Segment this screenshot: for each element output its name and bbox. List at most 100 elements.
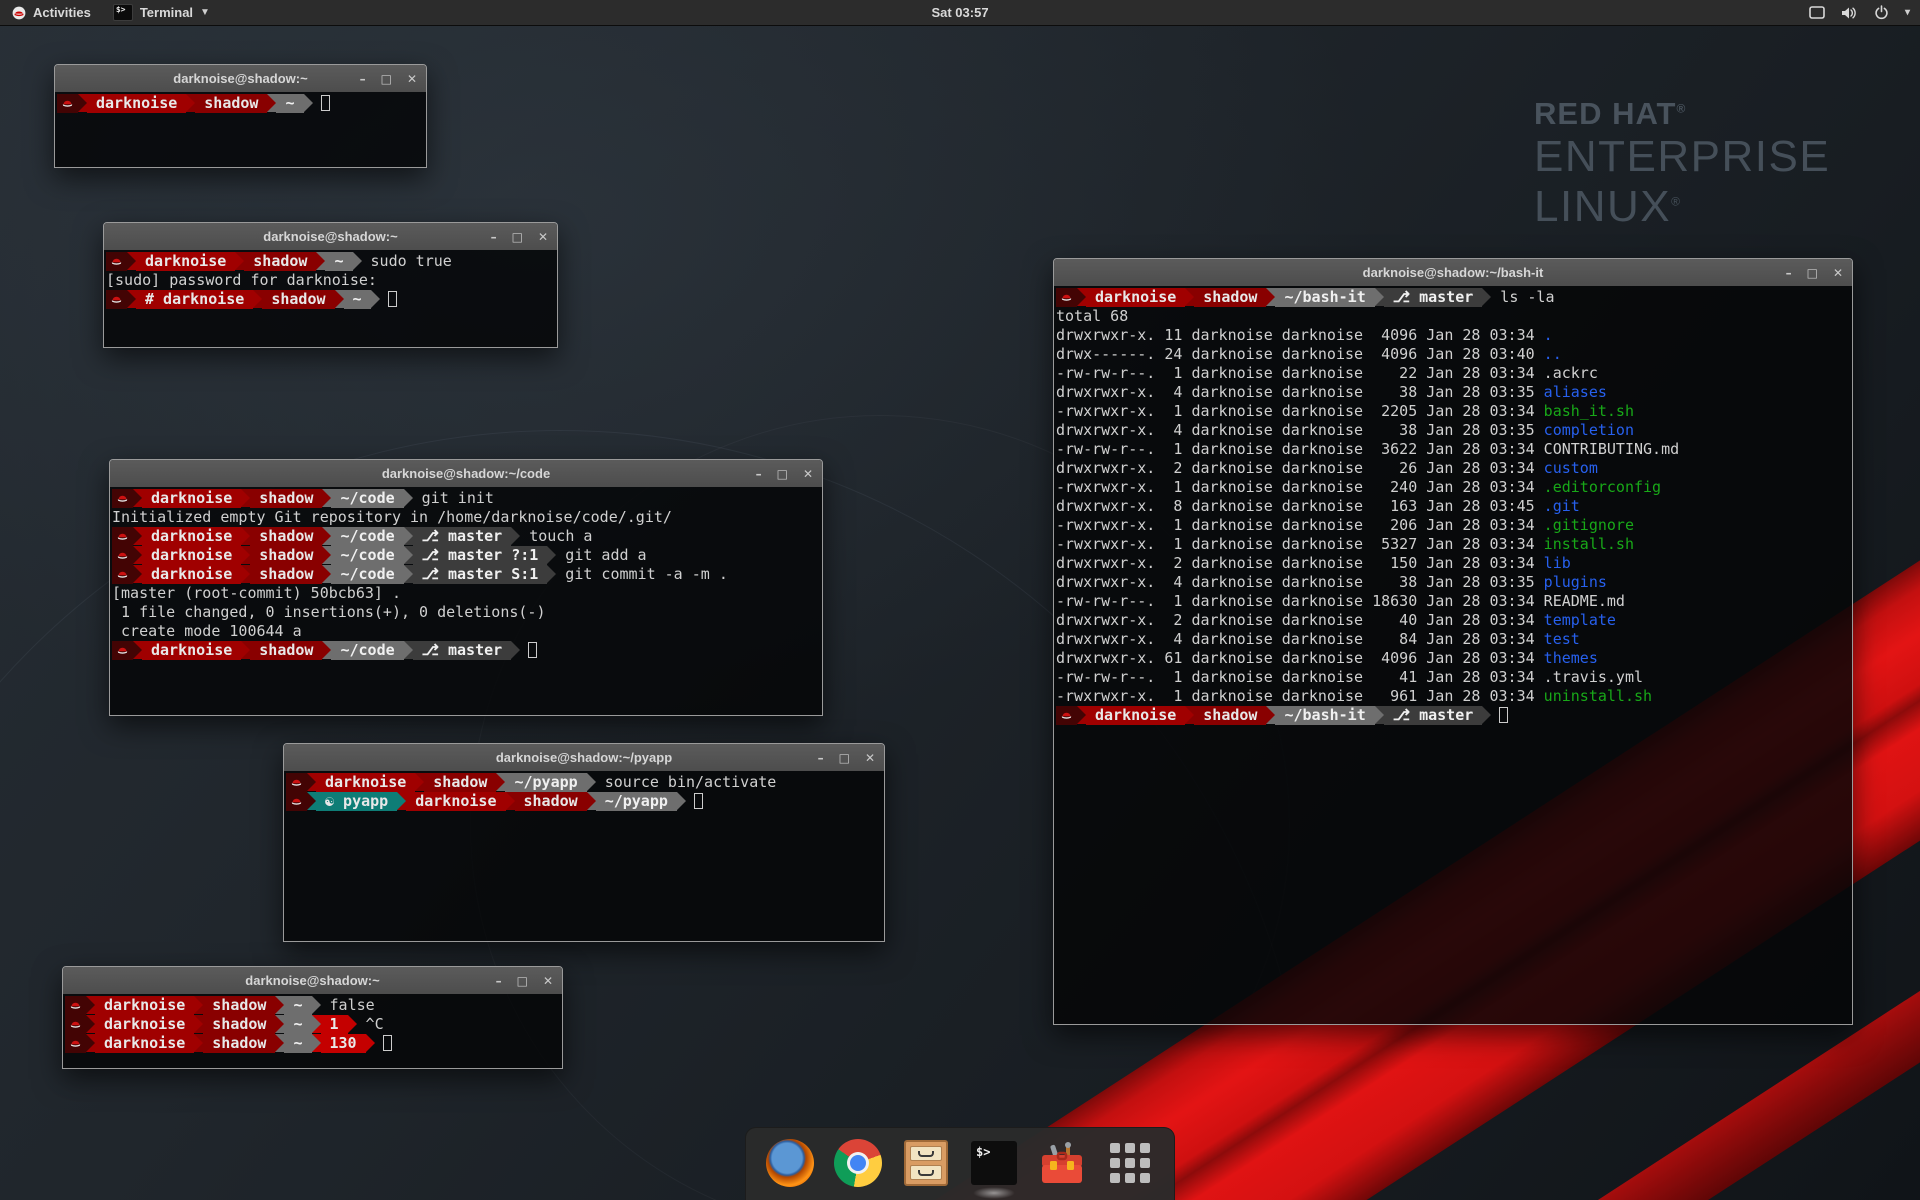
powerline-separator — [86, 1015, 95, 1033]
terminal-content[interactable]: darknoiseshadow~ falsedarknoiseshadow~1 … — [63, 994, 562, 1068]
terminal-content[interactable]: darknoiseshadow~ — [55, 92, 426, 167]
fedora-icon — [286, 773, 307, 792]
maximize-button[interactable]: □ — [1807, 266, 1818, 280]
prompt-segment-git: ⎇ master — [1384, 288, 1483, 307]
close-button[interactable]: ✕ — [865, 751, 875, 765]
powerline-separator — [275, 996, 284, 1014]
minimize-button[interactable]: – — [491, 230, 497, 244]
prompt-segment-path: ~ — [284, 1034, 311, 1053]
terminal-content[interactable]: darknoiseshadow~/bash-it⎇ master ls -lat… — [1054, 286, 1852, 1024]
window-titlebar[interactable]: darknoise@shadow:~/pyapp–□✕ — [284, 744, 884, 771]
dock-item-app-grid[interactable] — [1106, 1139, 1154, 1187]
powerline-separator — [194, 996, 203, 1014]
app-menu-terminal[interactable]: $> Terminal ▼ — [103, 0, 220, 25]
terminal-prompt-line: darknoiseshadow~ — [57, 94, 426, 113]
system-status-area[interactable]: ▾ — [1809, 5, 1910, 20]
dock-item-terminal[interactable]: $> — [970, 1139, 1018, 1187]
minimize-button[interactable]: – — [1786, 266, 1792, 280]
terminal-cursor — [1499, 707, 1508, 723]
running-app-glow — [973, 1187, 1015, 1199]
prompt-segment-host: shadow — [424, 773, 496, 792]
prompt-segment-user: darknoise — [95, 1015, 194, 1034]
output-text: .ackrc — [1544, 364, 1598, 382]
close-button[interactable]: ✕ — [543, 974, 553, 988]
command-text: sudo true — [362, 252, 452, 270]
window-title: darknoise@shadow:~/bash-it — [1363, 265, 1544, 280]
prompt-segment-host: shadow — [515, 792, 587, 811]
powerline-separator — [86, 996, 95, 1014]
prompt-segment-user: darknoise — [95, 1034, 194, 1053]
output-text: README.md — [1544, 592, 1625, 610]
terminal-output-line: -rwxrwxr-x. 1 darknoise darknoise 206 Ja… — [1056, 516, 1852, 535]
powerline-separator — [1482, 288, 1491, 306]
power-icon — [1874, 5, 1889, 20]
display-icon — [1809, 6, 1825, 19]
prompt-segment-path: ~/code — [331, 565, 403, 584]
window-titlebar[interactable]: darknoise@shadow:~–□✕ — [55, 65, 426, 92]
command-text: git add a — [556, 546, 646, 564]
clock[interactable]: Sat 03:57 — [931, 5, 988, 20]
powerline-separator — [86, 1034, 95, 1052]
fedora-icon — [65, 996, 86, 1015]
window-titlebar[interactable]: darknoise@shadow:~/bash-it – □ ✕ — [1054, 259, 1852, 286]
maximize-button[interactable]: □ — [777, 467, 788, 481]
output-text: drwxrwxr-x. 2 darknoise darknoise 40 Jan… — [1056, 611, 1544, 629]
fedora-icon — [112, 546, 133, 565]
maximize-button[interactable]: □ — [517, 974, 528, 988]
powerline-separator — [78, 94, 87, 112]
minimize-button[interactable]: – — [496, 974, 502, 988]
minimize-button[interactable]: – — [360, 72, 366, 86]
prompt-segment-user: # darknoise — [136, 290, 253, 309]
terminal-content[interactable]: darknoiseshadow~/code git initInitialize… — [110, 487, 822, 715]
dock-item-toolbox[interactable] — [1038, 1139, 1086, 1187]
executable-name: .gitignore — [1544, 516, 1634, 534]
maximize-button[interactable]: □ — [381, 72, 392, 86]
terminal-window-code: darknoise@shadow:~/code–□✕darknoiseshado… — [109, 459, 823, 716]
minimize-button[interactable]: – — [818, 751, 824, 765]
terminal-mini-icon: $> — [113, 4, 133, 21]
dock-item-files[interactable] — [902, 1139, 950, 1187]
chevron-down-icon: ▾ — [1905, 7, 1910, 18]
directory-name: lib — [1544, 554, 1571, 572]
terminal-prompt-line: darknoiseshadow~/code⎇ master S:1 git co… — [112, 565, 822, 584]
close-button[interactable]: ✕ — [407, 72, 417, 86]
prompt-segment-host: shadow — [203, 996, 275, 1015]
command-text: git commit -a -m . — [556, 565, 728, 583]
maximize-button[interactable]: □ — [512, 230, 523, 244]
prompt-segment-path: ~ — [284, 996, 311, 1015]
prompt-segment-path: ~ — [284, 1015, 311, 1034]
prompt-segment-path: ~ — [325, 252, 352, 271]
terminal-output-line: drwxrwxr-x. 4 darknoise darknoise 38 Jan… — [1056, 421, 1852, 440]
prompt-segment-path: ~/pyapp — [596, 792, 677, 811]
dock-item-firefox[interactable] — [766, 1139, 814, 1187]
terminal-output-line: drwx------. 24 darknoise darknoise 4096 … — [1056, 345, 1852, 364]
prompt-segment-host: shadow — [250, 489, 322, 508]
powerline-separator — [133, 489, 142, 507]
prompt-segment-path: ~/pyapp — [505, 773, 586, 792]
window-titlebar[interactable]: darknoise@shadow:~–□✕ — [104, 223, 557, 250]
powerline-separator — [404, 489, 413, 507]
directory-name: test — [1544, 630, 1580, 648]
executable-name: install.sh — [1544, 535, 1634, 553]
terminal-content[interactable]: darknoiseshadow~ sudo true[sudo] passwor… — [104, 250, 557, 347]
prompt-segment-path: ~/code — [331, 489, 403, 508]
terminal-prompt-line: darknoiseshadow~/code⎇ master ?:1 git ad… — [112, 546, 822, 565]
maximize-button[interactable]: □ — [839, 751, 850, 765]
volume-icon — [1841, 6, 1858, 20]
close-button[interactable]: ✕ — [538, 230, 548, 244]
close-button[interactable]: ✕ — [803, 467, 813, 481]
powerline-separator — [275, 1034, 284, 1052]
prompt-segment-host: shadow — [195, 94, 267, 113]
activities-button[interactable]: Activities — [0, 0, 103, 25]
window-titlebar[interactable]: darknoise@shadow:~–□✕ — [63, 967, 562, 994]
powerline-separator — [133, 641, 142, 659]
dock-item-chrome[interactable] — [834, 1139, 882, 1187]
terminal-content[interactable]: darknoiseshadow~/pyapp source bin/activa… — [284, 771, 884, 941]
executable-name: .editorconfig — [1544, 478, 1661, 496]
close-button[interactable]: ✕ — [1833, 266, 1843, 280]
powerline-separator — [275, 1015, 284, 1033]
output-text: drwxrwxr-x. 61 darknoise darknoise 4096 … — [1056, 649, 1544, 667]
window-titlebar[interactable]: darknoise@shadow:~/code–□✕ — [110, 460, 822, 487]
powerline-separator — [547, 565, 556, 583]
minimize-button[interactable]: – — [756, 467, 762, 481]
